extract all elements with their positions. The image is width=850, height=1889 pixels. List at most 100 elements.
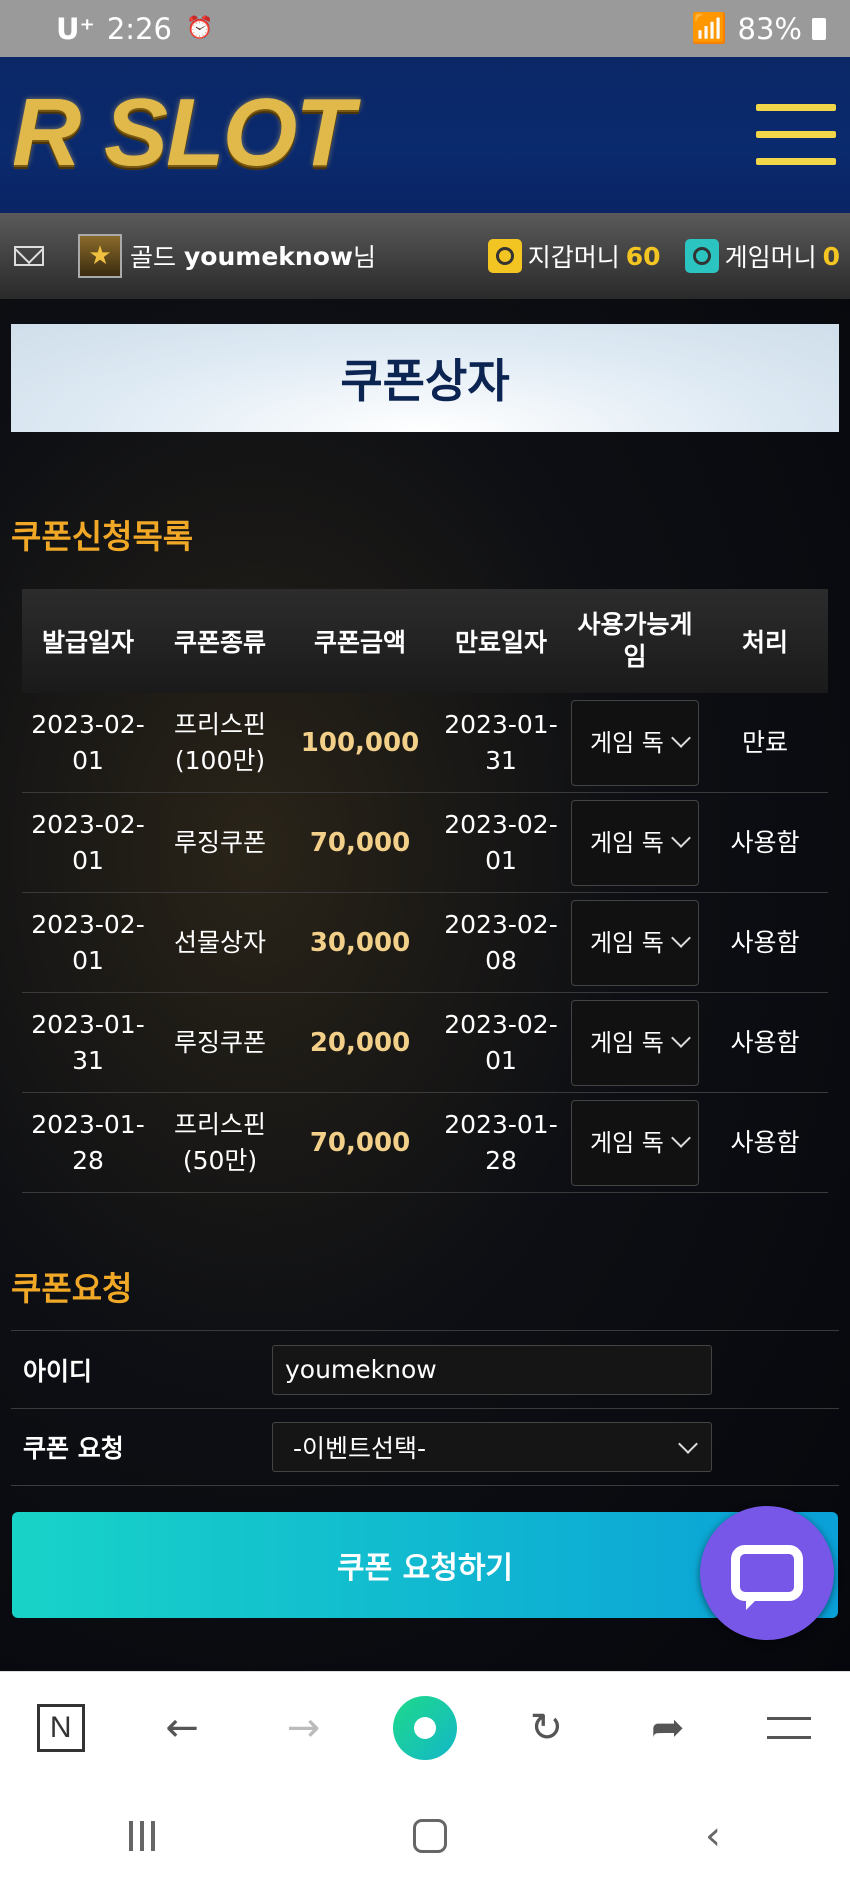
- naver-home-button[interactable]: N: [26, 1693, 96, 1763]
- game-select[interactable]: 게임 독: [571, 1099, 699, 1186]
- expire-date: 2023-01-31: [444, 709, 558, 775]
- id-field[interactable]: youmeknow: [272, 1344, 712, 1395]
- carrier-label: U⁺: [56, 11, 95, 46]
- event-select-value: -이벤트선택-: [293, 1434, 427, 1463]
- coupon-status: 사용함: [730, 827, 800, 857]
- coupon-request-form: 아이디 youmeknow 쿠폰 요청 -이벤트선택-: [11, 1330, 839, 1486]
- system-nav-bar: ‹: [0, 1783, 850, 1889]
- game-money-value: 0: [822, 241, 840, 271]
- status-bar: U⁺ 2:26 ⏰ 📶 83%: [0, 0, 850, 57]
- user-info-bar: ★ 골드 youmeknow 님 지갑머니 60 게임머니 0: [0, 213, 850, 299]
- coupon-status: 사용함: [730, 927, 800, 957]
- chevron-down-icon: [671, 1127, 691, 1148]
- battery-level: 83%: [737, 11, 802, 46]
- issue-date: 2023-01-31: [31, 1009, 145, 1075]
- chevron-down-icon: [671, 727, 691, 748]
- header-coupon-type: 쿠폰종류: [173, 628, 266, 657]
- coupon-type: 루징쿠폰: [173, 1027, 266, 1057]
- issue-date: 2023-02-01: [31, 709, 145, 775]
- wallet-icon: [487, 239, 522, 273]
- coupon-type: 프리스핀(50만): [173, 1109, 266, 1175]
- forward-arrow-icon[interactable]: →: [269, 1693, 339, 1763]
- coupon-list-title: 쿠폰신청목록: [11, 517, 194, 556]
- refresh-icon[interactable]: ↻: [511, 1693, 581, 1763]
- coupon-status: 사용함: [730, 1127, 800, 1157]
- user-rank: 골드: [130, 243, 177, 272]
- wallet-money-value: 60: [625, 241, 661, 271]
- issue-date: 2023-02-01: [31, 909, 145, 975]
- chat-button[interactable]: [700, 1506, 834, 1640]
- event-select[interactable]: -이벤트선택-: [272, 1422, 712, 1472]
- form-row-request: 쿠폰 요청 -이벤트선택-: [11, 1408, 839, 1486]
- page-title-banner: 쿠폰상자: [11, 324, 839, 432]
- mail-icon[interactable]: [14, 246, 44, 266]
- back-icon[interactable]: ‹: [705, 1813, 721, 1859]
- green-dot-icon: [392, 1695, 457, 1760]
- share-icon[interactable]: ➦: [633, 1693, 703, 1763]
- issue-date: 2023-01-28: [31, 1109, 145, 1175]
- green-dot-button[interactable]: [390, 1693, 460, 1763]
- header-status: 처리: [741, 628, 788, 657]
- table-row: 2023-01-31 루징쿠폰 20,000 2023-02-01 게임 독 사…: [22, 993, 828, 1093]
- status-time: 2:26: [106, 11, 172, 46]
- wifi-signal-icon: 📶: [691, 11, 728, 45]
- chat-bubble-icon: [731, 1545, 803, 1610]
- game-select-value: 게임 독: [590, 728, 664, 757]
- chevron-down-icon: [678, 1434, 698, 1454]
- rank-badge-icon: ★: [78, 234, 122, 278]
- hamburger-menu-icon[interactable]: [756, 104, 836, 168]
- wallet-money-label: 지갑머니: [527, 243, 620, 272]
- coupon-amount: 70,000: [309, 1127, 411, 1158]
- game-select-value: 게임 독: [590, 1028, 664, 1057]
- game-select[interactable]: 게임 독: [571, 799, 699, 886]
- game-select-value: 게임 독: [590, 828, 664, 857]
- game-select[interactable]: 게임 독: [571, 699, 699, 786]
- coupon-amount: 20,000: [309, 1027, 411, 1058]
- home-icon[interactable]: [413, 1819, 447, 1853]
- chevron-down-icon: [671, 927, 691, 948]
- chevron-down-icon: [671, 1027, 691, 1048]
- table-row: 2023-02-01 선물상자 30,000 2023-02-08 게임 독 사…: [22, 893, 828, 993]
- expire-date: 2023-02-08: [444, 909, 558, 975]
- game-money-label: 게임머니: [724, 243, 817, 272]
- naver-n-icon: N: [36, 1703, 85, 1752]
- game-select[interactable]: 게임 독: [571, 899, 699, 986]
- chevron-down-icon: [671, 827, 691, 848]
- game-money-icon: [684, 239, 719, 273]
- coupon-request-title: 쿠폰요청: [11, 1269, 133, 1308]
- expire-date: 2023-02-01: [444, 809, 558, 875]
- browser-menu-icon[interactable]: [754, 1693, 824, 1763]
- coupon-table: 발급일자 쿠폰종류 쿠폰금액 만료일자 사용가능게임 처리 2023-02-01…: [22, 589, 828, 1193]
- table-row: 2023-02-01 루징쿠폰 70,000 2023-02-01 게임 독 사…: [22, 793, 828, 893]
- expire-date: 2023-02-01: [444, 1009, 558, 1075]
- coupon-type: 프리스핀(100만): [173, 709, 266, 775]
- recent-apps-icon[interactable]: [129, 1821, 155, 1851]
- coupon-amount: 100,000: [300, 727, 420, 758]
- expire-date: 2023-01-28: [444, 1109, 558, 1175]
- username: youmeknow: [184, 241, 353, 271]
- id-label: 아이디: [23, 1356, 93, 1386]
- page-title: 쿠폰상자: [340, 354, 510, 408]
- table-row: 2023-01-28 프리스핀(50만) 70,000 2023-01-28 게…: [22, 1093, 828, 1193]
- site-logo[interactable]: R SLOT: [12, 85, 354, 181]
- battery-icon: [812, 17, 826, 40]
- coupon-amount: 70,000: [309, 827, 411, 858]
- coupon-type: 루징쿠폰: [173, 827, 266, 857]
- header-issue-date: 발급일자: [41, 628, 134, 657]
- back-arrow-icon[interactable]: ←: [147, 1693, 217, 1763]
- coupon-amount: 30,000: [309, 927, 411, 958]
- game-select-value: 게임 독: [590, 1128, 664, 1157]
- table-header: 발급일자 쿠폰종류 쿠폰금액 만료일자 사용가능게임 처리: [22, 589, 828, 693]
- browser-toolbar: N ← → ↻ ➦: [0, 1671, 850, 1783]
- game-select-value: 게임 독: [590, 928, 664, 957]
- coupon-status: 만료: [741, 727, 788, 757]
- game-select[interactable]: 게임 독: [571, 999, 699, 1086]
- request-label: 쿠폰 요청: [23, 1434, 124, 1463]
- coupon-type: 선물상자: [173, 927, 266, 957]
- header-available-game: 사용가능게임: [577, 610, 693, 671]
- header-expire-date: 만료일자: [454, 628, 547, 657]
- issue-date: 2023-02-01: [31, 809, 145, 875]
- header-coupon-amount: 쿠폰금액: [313, 628, 406, 657]
- table-row: 2023-02-01 프리스핀(100만) 100,000 2023-01-31…: [22, 693, 828, 793]
- form-row-id: 아이디 youmeknow: [11, 1330, 839, 1408]
